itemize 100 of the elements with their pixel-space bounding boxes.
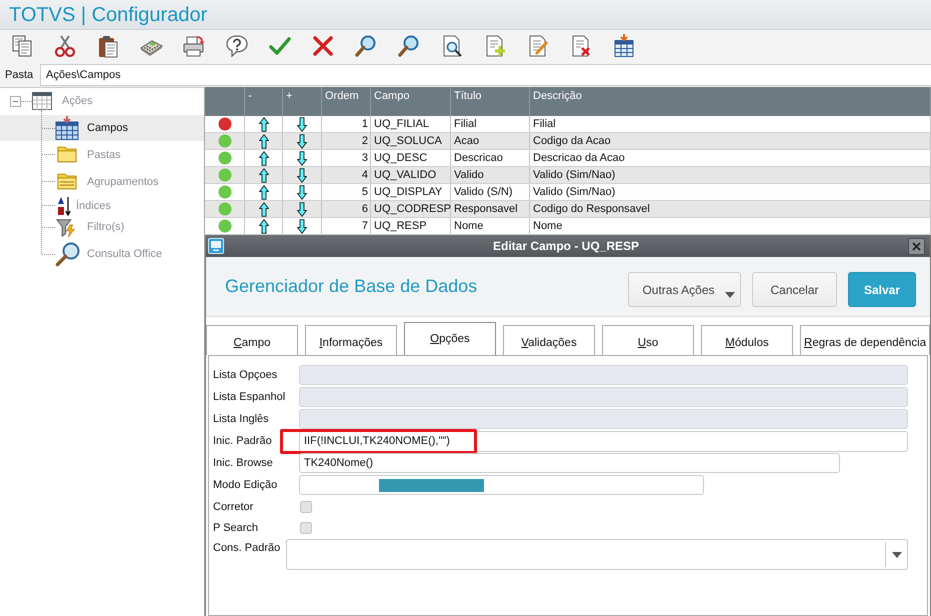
check-icon[interactable] bbox=[268, 34, 292, 58]
down-arrow-icon[interactable] bbox=[297, 218, 307, 234]
search-icon bbox=[55, 241, 81, 267]
down-arrow-icon[interactable] bbox=[297, 202, 307, 216]
tab[interactable]: Validações bbox=[503, 325, 595, 355]
help-icon[interactable] bbox=[224, 34, 248, 58]
table-icon bbox=[32, 92, 52, 110]
window-icon bbox=[208, 238, 224, 254]
funnel-icon bbox=[56, 216, 77, 238]
more-actions-button[interactable]: Outras Ações bbox=[628, 272, 741, 307]
table-cell: Filial bbox=[530, 116, 931, 132]
table-cell: 6 bbox=[322, 201, 371, 217]
input-field[interactable]: IIF(!INCLUI,TK240NOME(),"") bbox=[299, 430, 908, 452]
table-cell: Codigo do Responsavel bbox=[530, 201, 931, 217]
up-arrow-icon[interactable] bbox=[258, 168, 268, 182]
search-icon[interactable] bbox=[396, 34, 420, 58]
cancel-button[interactable]: Cancelar bbox=[752, 272, 837, 307]
printer-icon[interactable] bbox=[182, 34, 206, 58]
cross-icon[interactable] bbox=[310, 34, 334, 58]
close-icon bbox=[912, 242, 921, 250]
dialog-heading: Gerenciador de Base de Dados bbox=[225, 276, 478, 297]
tab[interactable]: Uso bbox=[602, 325, 694, 355]
input-field[interactable]: TK240Nome() bbox=[299, 453, 840, 473]
tree-item[interactable]: Campos bbox=[0, 115, 204, 141]
table-icon bbox=[55, 116, 79, 140]
dialog-title: Editar Campo - UQ_RESP bbox=[492, 239, 640, 253]
up-arrow-icon[interactable] bbox=[258, 150, 268, 166]
table-cell: Valido (Sim/Nao) bbox=[530, 184, 931, 200]
table-cell: UQ_DESC bbox=[371, 150, 451, 166]
copy-icon[interactable] bbox=[10, 34, 34, 58]
tab[interactable]: Regras de dependência bbox=[800, 325, 930, 355]
table-row[interactable]: 7 UQ_RESP Nome Nome bbox=[205, 218, 931, 235]
caret-icon[interactable] bbox=[892, 552, 902, 558]
tab[interactable]: Opções bbox=[404, 322, 496, 355]
folder-icon bbox=[57, 146, 77, 163]
field-label: Modo Edição bbox=[213, 479, 278, 491]
field-label: Lista Espanhol bbox=[213, 391, 286, 403]
table-cell: UQ_RESP bbox=[371, 218, 451, 234]
sort-icon bbox=[57, 196, 71, 216]
close-button[interactable] bbox=[908, 238, 925, 254]
down-arrow-icon[interactable] bbox=[297, 184, 307, 200]
table-cell: UQ_VALIDO bbox=[371, 167, 451, 183]
table-cell: 1 bbox=[322, 116, 371, 132]
down-arrow-icon[interactable] bbox=[297, 168, 307, 182]
table-row[interactable]: 1 UQ_FILIAL Filial Filial bbox=[205, 116, 931, 133]
app-title: TOTVS | Configurador bbox=[9, 2, 208, 26]
table-cell: Valido bbox=[451, 167, 530, 183]
table-cell: 5 bbox=[322, 184, 371, 200]
table-cell: Valido (Sim/Nao) bbox=[530, 167, 931, 183]
field-label: Inic. Padrão bbox=[213, 435, 273, 447]
field-label: Lista Opçoes bbox=[213, 369, 278, 381]
folder-icon bbox=[57, 173, 77, 190]
field-label: P Search bbox=[213, 522, 260, 534]
table-cell: UQ_SOLUCA bbox=[371, 133, 451, 149]
up-arrow-icon[interactable] bbox=[258, 218, 268, 234]
table-cell: UQ_FILIAL bbox=[371, 116, 451, 132]
table-row[interactable]: 2 UQ_SOLUCA Acao Codigo da Acao bbox=[205, 133, 931, 150]
table-cell: UQ_CODRESP bbox=[371, 201, 451, 217]
field-label: Cons. Padrão bbox=[213, 541, 282, 554]
table-row[interactable]: 3 UQ_DESC Descricao Descricao da Acao bbox=[205, 150, 931, 167]
table-row[interactable]: 5 UQ_DISPLAY Valido (S/N) Valido (Sim/Nao) bbox=[205, 184, 931, 201]
field-label: Inic. Browse bbox=[213, 457, 274, 469]
table-cell: Nome bbox=[530, 218, 931, 234]
table-cell: UQ_DISPLAY bbox=[371, 184, 451, 200]
down-arrow-icon[interactable] bbox=[297, 134, 307, 148]
table-cell: Descricao bbox=[451, 150, 530, 166]
scissors-icon[interactable] bbox=[52, 34, 76, 58]
tab[interactable]: Informações bbox=[305, 325, 397, 355]
table-cell: 4 bbox=[322, 167, 371, 183]
up-arrow-icon[interactable] bbox=[258, 134, 268, 148]
down-arrow-icon[interactable] bbox=[297, 150, 307, 166]
up-arrow-icon[interactable] bbox=[258, 202, 268, 216]
up-arrow-icon[interactable] bbox=[258, 184, 268, 200]
field-label: Lista Inglês bbox=[213, 413, 270, 425]
table-cell: 2 bbox=[322, 133, 371, 149]
table-cell: Filial bbox=[451, 116, 530, 132]
input-field[interactable] bbox=[299, 475, 704, 495]
tab[interactable]: Módulos bbox=[701, 325, 793, 355]
checkbox[interactable] bbox=[300, 500, 312, 512]
tab[interactable]: Campo bbox=[206, 325, 298, 355]
table-row[interactable]: 4 UQ_VALIDO Valido Valido (Sim/Nao) bbox=[205, 167, 931, 184]
table-cell: Valido (S/N) bbox=[451, 184, 530, 200]
path-label: Pasta bbox=[5, 68, 34, 80]
table-row[interactable]: 6 UQ_CODRESP Responsavel Codigo do Responsavel bbox=[205, 201, 931, 218]
field-label: Corretor bbox=[213, 500, 254, 512]
path-field[interactable]: Ações\Campos bbox=[40, 64, 931, 86]
table-cell: Codigo da Acao bbox=[530, 133, 931, 149]
up-arrow-icon[interactable] bbox=[258, 116, 268, 132]
minus-icon[interactable] bbox=[10, 96, 21, 106]
table-cell: 7 bbox=[322, 218, 371, 234]
down-arrow-icon[interactable] bbox=[297, 116, 307, 132]
checkbox[interactable] bbox=[300, 522, 312, 534]
table-cell: Acao bbox=[451, 133, 530, 149]
table-cell: Nome bbox=[451, 218, 530, 234]
caret-icon bbox=[725, 292, 735, 298]
table-icon[interactable] bbox=[612, 34, 636, 58]
table-cell: Responsavel bbox=[451, 201, 530, 217]
dropdown-field[interactable] bbox=[286, 539, 908, 570]
table-cell: 3 bbox=[322, 150, 371, 166]
search-icon[interactable] bbox=[354, 34, 378, 58]
